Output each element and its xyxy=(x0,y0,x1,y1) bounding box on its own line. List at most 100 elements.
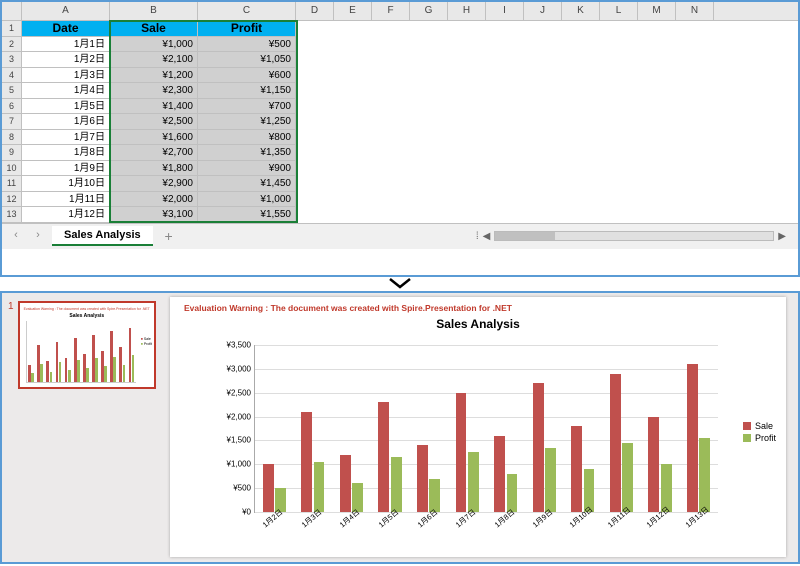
bar-sale-8 xyxy=(571,426,582,512)
col-header-H[interactable]: H xyxy=(448,2,486,20)
spreadsheet-pane: ABCDEFGHIJKLMN 12345678910111213 DateSal… xyxy=(0,0,800,275)
thumb-chart-title: Sales Analysis xyxy=(24,313,150,319)
cell-C1[interactable]: Profit xyxy=(198,21,296,37)
cell-C12[interactable]: ¥1,000 xyxy=(198,192,296,208)
col-header-L[interactable]: L xyxy=(600,2,638,20)
slide-canvas[interactable]: Evaluation Warning : The document was cr… xyxy=(170,297,786,557)
cell-C7[interactable]: ¥1,250 xyxy=(198,114,296,130)
cell-A10[interactable]: 1月9日 xyxy=(22,161,110,177)
chart-area: ¥0¥500¥1,000¥1,500¥2,000¥2,500¥3,000¥3,5… xyxy=(218,345,718,523)
col-header-B[interactable]: B xyxy=(110,2,198,20)
cell-C2[interactable]: ¥500 xyxy=(198,37,296,53)
sheet-tab-active[interactable]: Sales Analysis xyxy=(52,226,153,246)
row-header-1[interactable]: 1 xyxy=(2,21,22,37)
tab-next-button[interactable]: › xyxy=(30,228,46,244)
scroll-thumb[interactable] xyxy=(495,232,555,240)
row-header-2[interactable]: 2 xyxy=(2,37,22,53)
cell-A4[interactable]: 1月3日 xyxy=(22,68,110,84)
cell-C6[interactable]: ¥700 xyxy=(198,99,296,115)
cell-A13[interactable]: 1月12日 xyxy=(22,207,110,223)
slide-viewport: Evaluation Warning : The document was cr… xyxy=(162,293,798,562)
cell-B6[interactable]: ¥1,400 xyxy=(110,99,198,115)
col-header-F[interactable]: F xyxy=(372,2,410,20)
col-header-M[interactable]: M xyxy=(638,2,676,20)
cell-A12[interactable]: 1月11日 xyxy=(22,192,110,208)
cell-B8[interactable]: ¥1,600 xyxy=(110,130,198,146)
cell-C8[interactable]: ¥800 xyxy=(198,130,296,146)
ytick-5: ¥2,500 xyxy=(227,388,255,397)
col-header-I[interactable]: I xyxy=(486,2,524,20)
bar-sale-9 xyxy=(610,374,621,512)
slide-thumbnails: 1 Evaluation Warning : The document was … xyxy=(2,293,162,562)
cell-C4[interactable]: ¥600 xyxy=(198,68,296,84)
cell-C9[interactable]: ¥1,350 xyxy=(198,145,296,161)
row-header-6[interactable]: 6 xyxy=(2,99,22,115)
cell-C11[interactable]: ¥1,450 xyxy=(198,176,296,192)
row-header-7[interactable]: 7 xyxy=(2,114,22,130)
col-header-D[interactable]: D xyxy=(296,2,334,20)
row-header-9[interactable]: 9 xyxy=(2,145,22,161)
scroll-left-icon[interactable]: ◀ xyxy=(483,231,491,242)
cell-B1[interactable]: Sale xyxy=(110,21,198,37)
cell-B7[interactable]: ¥2,500 xyxy=(110,114,198,130)
cell-A2[interactable]: 1月1日 xyxy=(22,37,110,53)
col-header-A[interactable]: A xyxy=(22,2,110,20)
cell-C3[interactable]: ¥1,050 xyxy=(198,52,296,68)
row-header-10[interactable]: 10 xyxy=(2,161,22,177)
add-sheet-button[interactable]: + xyxy=(159,228,179,244)
legend-item-sale: Sale xyxy=(743,421,776,431)
cell-A8[interactable]: 1月7日 xyxy=(22,130,110,146)
cell-A3[interactable]: 1月2日 xyxy=(22,52,110,68)
cell-C5[interactable]: ¥1,150 xyxy=(198,83,296,99)
bar-group-1: 1月3日 xyxy=(294,345,333,512)
cell-B12[interactable]: ¥2,000 xyxy=(110,192,198,208)
thumb-chart xyxy=(26,321,136,383)
cells-area[interactable]: DateSaleProfit1月1日¥1,000¥5001月2日¥2,100¥1… xyxy=(22,21,296,223)
cell-A9[interactable]: 1月8日 xyxy=(22,145,110,161)
cell-B2[interactable]: ¥1,000 xyxy=(110,37,198,53)
bar-sale-1 xyxy=(301,412,312,512)
bar-group-9: 1月11日 xyxy=(602,345,641,512)
tab-prev-button[interactable]: ‹ xyxy=(8,228,24,244)
row-header-3[interactable]: 3 xyxy=(2,52,22,68)
ytick-1: ¥500 xyxy=(233,484,255,493)
ytick-4: ¥2,000 xyxy=(227,412,255,421)
row-header-8[interactable]: 8 xyxy=(2,130,22,146)
row-header-5[interactable]: 5 xyxy=(2,83,22,99)
cell-A1[interactable]: Date xyxy=(22,21,110,37)
cell-B11[interactable]: ¥2,900 xyxy=(110,176,198,192)
cell-B5[interactable]: ¥2,300 xyxy=(110,83,198,99)
bar-profit-3 xyxy=(391,457,402,512)
cell-A5[interactable]: 1月4日 xyxy=(22,83,110,99)
scroll-track[interactable] xyxy=(494,231,774,241)
bar-sale-0 xyxy=(263,464,274,512)
pane-divider[interactable] xyxy=(0,275,800,293)
row-header-11[interactable]: 11 xyxy=(2,176,22,192)
cell-A6[interactable]: 1月5日 xyxy=(22,99,110,115)
thumb-legend: ■ Sale ■ Profit xyxy=(141,337,152,347)
cell-B10[interactable]: ¥1,800 xyxy=(110,161,198,177)
col-header-C[interactable]: C xyxy=(198,2,296,20)
row-header-13[interactable]: 13 xyxy=(2,207,22,223)
slide-thumbnail-1[interactable]: Evaluation Warning : The document was cr… xyxy=(18,301,156,389)
horizontal-scrollbar[interactable]: ⁞ ◀ ▶ xyxy=(185,231,792,242)
cell-B9[interactable]: ¥2,700 xyxy=(110,145,198,161)
cell-B13[interactable]: ¥3,100 xyxy=(110,207,198,223)
cell-B4[interactable]: ¥1,200 xyxy=(110,68,198,84)
scroll-right-icon[interactable]: ▶ xyxy=(778,231,786,242)
cell-A11[interactable]: 1月10日 xyxy=(22,176,110,192)
col-header-N[interactable]: N xyxy=(676,2,714,20)
cell-A7[interactable]: 1月6日 xyxy=(22,114,110,130)
col-header-K[interactable]: K xyxy=(562,2,600,20)
select-all-corner[interactable] xyxy=(2,2,22,20)
col-header-E[interactable]: E xyxy=(334,2,372,20)
col-header-J[interactable]: J xyxy=(524,2,562,20)
cell-B3[interactable]: ¥2,100 xyxy=(110,52,198,68)
row-header-12[interactable]: 12 xyxy=(2,192,22,208)
cell-C10[interactable]: ¥900 xyxy=(198,161,296,177)
cell-C13[interactable]: ¥1,550 xyxy=(198,207,296,223)
thumb-warning-text: Evaluation Warning : The document was cr… xyxy=(24,307,150,311)
bar-group-7: 1月9日 xyxy=(525,345,564,512)
row-header-4[interactable]: 4 xyxy=(2,68,22,84)
col-header-G[interactable]: G xyxy=(410,2,448,20)
